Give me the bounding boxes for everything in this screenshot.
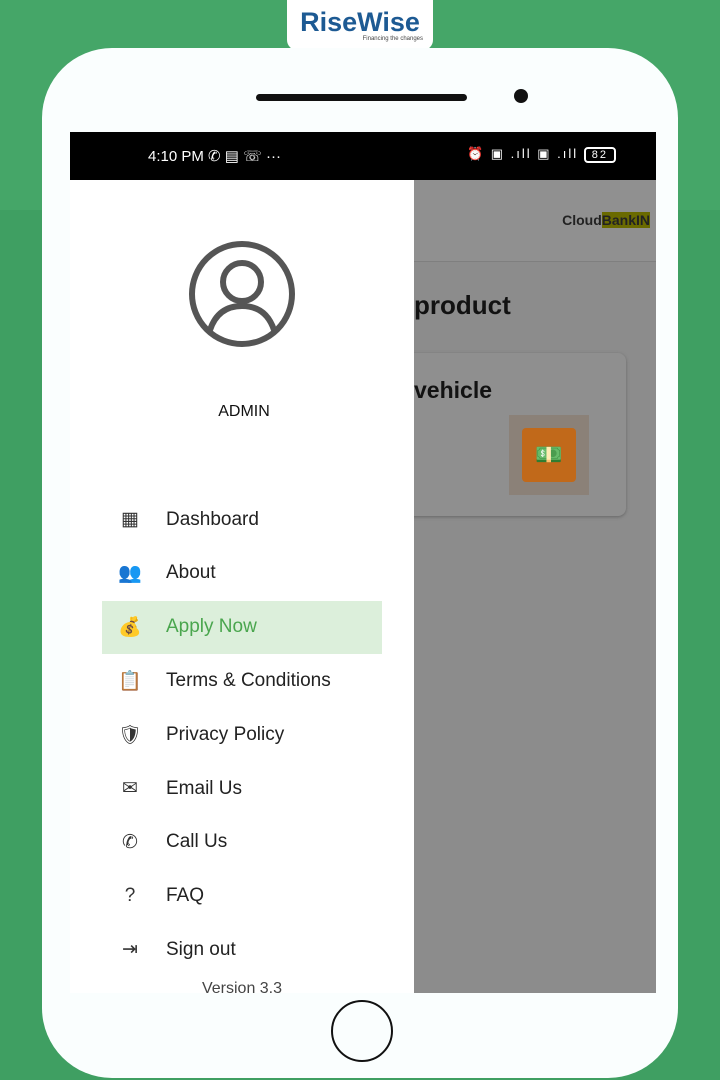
menu-item-privacy-policy[interactable]: 🛡 Privacy Policy bbox=[102, 708, 382, 761]
app-bar: CloudBankIN bbox=[414, 180, 656, 262]
navigation-drawer: ADMIN ▦ Dashboard 👥 About 💰 Apply Now 📋 Terms &… bbox=[70, 180, 414, 993]
document-check-icon: 📋 bbox=[118, 670, 142, 692]
loan-hand-icon: 💵 bbox=[522, 428, 576, 482]
envelope-icon: ✉ bbox=[122, 778, 138, 799]
money-bag-icon: 💰 bbox=[118, 617, 142, 639]
menu-item-faq[interactable]: ? FAQ bbox=[102, 870, 382, 923]
background-app: CloudBankIN product vehicle 💵 bbox=[394, 180, 656, 993]
section-heading: product bbox=[414, 290, 511, 320]
menu-item-label: Apply Now bbox=[166, 616, 257, 638]
menu-item-email-us[interactable]: ✉ Email Us bbox=[102, 762, 382, 815]
exit-door-icon: ⇥ bbox=[122, 939, 138, 961]
risewise-logo: RiseWise Financing the changes bbox=[287, 0, 433, 50]
menu-item-label: Call Us bbox=[166, 831, 228, 853]
menu-item-dashboard[interactable]: ▦ Dashboard bbox=[102, 493, 382, 546]
cloudbankin-logo: CloudBankIN bbox=[562, 212, 650, 228]
product-card: vehicle 💵 bbox=[394, 353, 626, 516]
menu-item-label: FAQ bbox=[166, 885, 205, 907]
status-time: 4:10 PM ✆ ▤ ☏ ··· bbox=[148, 148, 282, 165]
status-icons: ⏰ ▣ .ıll ▣ .ıll 82 bbox=[467, 146, 616, 163]
menu-item-apply-now[interactable]: 💰 Apply Now bbox=[102, 600, 382, 654]
phone-icon: ✆ bbox=[122, 831, 138, 853]
menu-item-sign-out[interactable]: ⇥ Sign out bbox=[102, 923, 382, 976]
question-icon: ? bbox=[124, 885, 136, 907]
menu-item-label: Privacy Policy bbox=[166, 723, 285, 745]
speaker bbox=[256, 94, 467, 101]
menu-item-terms-conditions[interactable]: 📋 Terms & Conditions bbox=[102, 654, 382, 707]
group-icon: 👥 bbox=[118, 563, 142, 585]
menu-item-label: Terms & Conditions bbox=[166, 669, 331, 691]
menu-item-label: About bbox=[166, 562, 216, 584]
menu-item-call-us[interactable]: ✆ Call Us bbox=[102, 816, 382, 869]
grid-icon: ▦ bbox=[121, 509, 139, 530]
home-button[interactable] bbox=[331, 1000, 393, 1062]
brand-name: RiseWise bbox=[300, 7, 420, 37]
user-avatar-icon bbox=[189, 241, 295, 347]
user-name: ADMIN bbox=[218, 403, 270, 420]
menu-item-about[interactable]: 👥 About bbox=[102, 547, 382, 600]
status-bar: 4:10 PM ✆ ▤ ☏ ··· ⏰ ▣ .ıll ▣ .ıll 82 bbox=[70, 132, 656, 180]
menu-item-label: Dashboard bbox=[166, 508, 259, 530]
app-version: Version 3.3 bbox=[201, 980, 283, 993]
screen: 4:10 PM ✆ ▤ ☏ ··· ⏰ ▣ .ıll ▣ .ıll 82 Clo… bbox=[70, 132, 656, 993]
shield-document-icon: 🛡 bbox=[117, 724, 143, 746]
menu-item-label: Sign out bbox=[166, 938, 236, 960]
menu-item-label: Email Us bbox=[166, 777, 243, 799]
card-title: vehicle bbox=[414, 377, 492, 403]
battery-icon: 82 bbox=[583, 147, 616, 163]
camera bbox=[514, 89, 528, 103]
